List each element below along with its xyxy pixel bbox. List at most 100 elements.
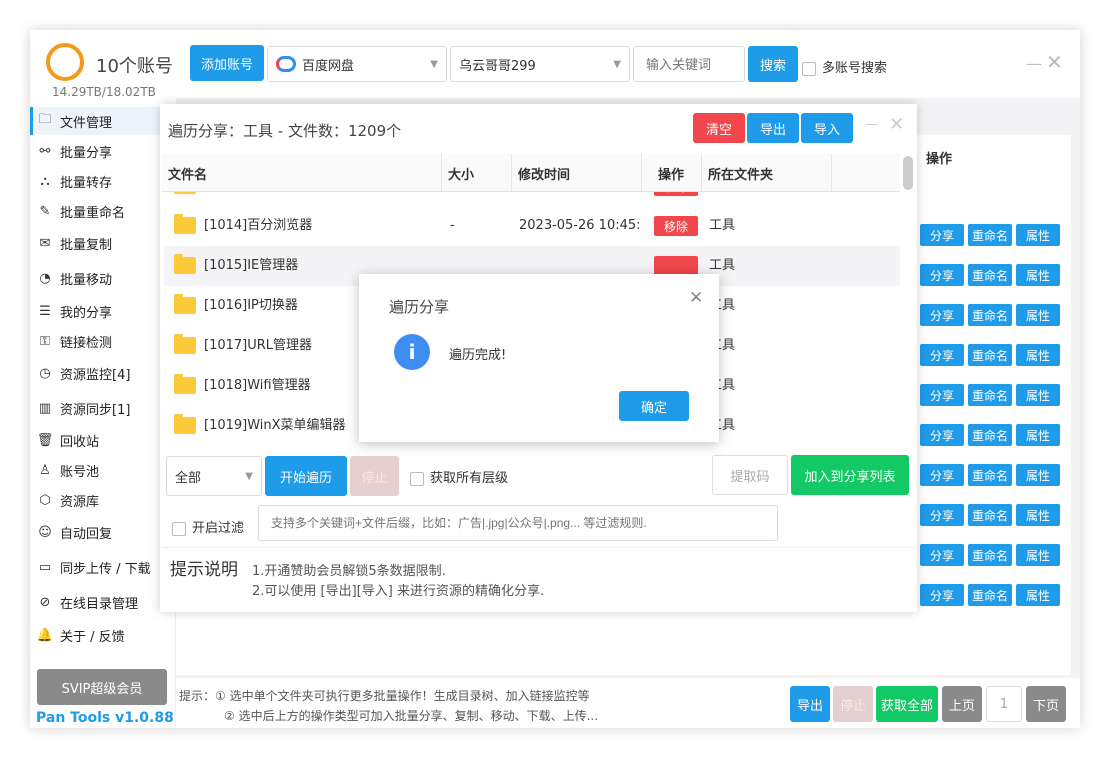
drive-select[interactable]: 百度网盘▼ [267,46,447,82]
enable-filter-checkbox[interactable]: 开启过滤 [172,517,244,536]
account-select[interactable]: 乌云哥哥299▼ [450,46,630,82]
rename-button[interactable]: 重命名 [968,584,1012,606]
stop-button[interactable]: 停止 [350,456,399,496]
monitor-icon: ◷ [36,366,54,381]
clear-button[interactable]: 清空 [693,113,745,143]
properties-button[interactable]: 属性 [1016,384,1060,406]
export-button[interactable]: 导出 [790,686,830,722]
share-button[interactable]: 分享 [920,344,964,366]
share-icon: ⚯ [36,144,54,159]
multi-account-search-checkbox[interactable]: 多账号搜索 [802,57,887,76]
rename-button[interactable]: 重命名 [968,464,1012,486]
stop-button[interactable]: 停止 [833,686,873,722]
properties-button[interactable]: 属性 [1016,224,1060,246]
minimize-icon[interactable]: — [1026,54,1042,73]
rename-button[interactable]: 重命名 [968,224,1012,246]
sidebar-item[interactable]: ◔批量移动 [30,264,175,292]
sidebar-item[interactable]: 🗑回收站 [30,426,175,454]
rename-button[interactable]: 重命名 [968,544,1012,566]
col-time: 修改时间 [512,154,642,192]
sidebar-item[interactable]: ✉批量复制 [30,229,175,257]
minimize-icon[interactable]: — [865,117,878,132]
rename-button[interactable]: 重命名 [968,304,1012,326]
share-button[interactable]: 分享 [920,304,964,326]
chevron-down-icon: ▼ [430,59,438,70]
table-row[interactable]: [1014]百分浏览器-2023-05-26 10:45:移除工具 [164,206,900,246]
add-to-share-list-button[interactable]: 加入到分享列表 [791,455,909,495]
remove-button[interactable]: 移除 [654,216,698,236]
table-row[interactable]: [1013]大若OCR文字识别-2023-06-01 09:30:移除工具 [164,192,900,206]
sidebar-item[interactable]: ♙账号池 [30,456,175,484]
extract-code-button[interactable]: 提取码 [712,455,788,495]
ok-button[interactable]: 确定 [619,391,689,421]
rename-button[interactable]: 重命名 [968,424,1012,446]
sidebar-item[interactable]: ⛬批量转存 [30,167,175,195]
prev-page-button[interactable]: 上页 [942,686,982,722]
sidebar-item[interactable]: ▥资源同步[1] [30,394,175,422]
properties-button[interactable]: 属性 [1016,344,1060,366]
scrollbar[interactable] [903,156,913,190]
properties-button[interactable]: 属性 [1016,424,1060,446]
share-button[interactable]: 分享 [920,384,964,406]
keyword-input[interactable] [633,46,745,82]
rename-button[interactable]: 重命名 [968,264,1012,286]
tips-title: 提示说明 [170,555,238,580]
remove-button[interactable]: 移除 [654,192,698,196]
sidebar-item[interactable]: ⚯批量分享 [30,137,175,165]
sidebar-item[interactable]: 🗀文件管理 [30,107,175,135]
share-button[interactable]: 分享 [920,544,964,566]
share-button[interactable]: 分享 [920,424,964,446]
sidebar-item[interactable]: ◷资源监控[4] [30,359,175,387]
col-size: 大小 [442,154,512,192]
next-page-button[interactable]: 下页 [1026,686,1066,722]
sidebar-item[interactable]: ☺自动回复 [30,518,175,546]
search-button[interactable]: 搜索 [748,46,798,82]
properties-button[interactable]: 属性 [1016,464,1060,486]
share-button[interactable]: 分享 [920,224,964,246]
svip-button[interactable]: SVIP超级会员 [37,669,167,705]
sidebar-item[interactable]: ⊘在线目录管理 [30,588,175,616]
tip-2: 2.可以使用 [导出][导入] 来进行资源的精确化分享. [252,580,544,599]
share-button[interactable]: 分享 [920,504,964,526]
remove-button[interactable] [654,256,698,276]
all-levels-checkbox[interactable]: 获取所有层级 [410,467,508,486]
properties-button[interactable]: 属性 [1016,264,1060,286]
sidebar-item[interactable]: ☰我的分享 [30,297,175,325]
sidebar-item[interactable]: ⚿链接检测 [30,327,175,355]
rename-button[interactable]: 重命名 [968,344,1012,366]
rename-button[interactable]: 重命名 [968,384,1012,406]
properties-button[interactable]: 属性 [1016,504,1060,526]
close-icon[interactable]: ✕ [689,288,703,308]
row-actions: 分享重命名属性 [920,464,1060,486]
rename-button[interactable]: 重命名 [968,504,1012,526]
sidebar-item[interactable]: ✎批量重命名 [30,197,175,225]
share-button[interactable]: 分享 [920,464,964,486]
copy-icon: ✉ [36,236,54,251]
col-op: 操作 [642,154,702,192]
folder-icon [174,192,196,194]
page-input[interactable]: 1 [986,686,1022,722]
hint-line-1: 提示：① 选中单个文件夹可执行更多批量操作！生成目录树、加入链接监控等 [179,687,590,704]
share-button[interactable]: 分享 [920,264,964,286]
folder-icon [174,217,196,234]
start-traverse-button[interactable]: 开始遍历 [265,456,347,496]
properties-button[interactable]: 属性 [1016,304,1060,326]
get-all-button[interactable]: 获取全部 [876,686,938,722]
add-account-button[interactable]: 添加账号 [190,45,264,81]
filter-input[interactable] [258,505,778,541]
export-button[interactable]: 导出 [747,113,799,143]
share-button[interactable]: 分享 [920,584,964,606]
close-icon[interactable]: ✕ [889,114,904,135]
sidebar-item[interactable]: ▭同步上传 / 下载 [30,553,175,581]
row-actions: 分享重命名属性 [920,224,1060,246]
scope-select[interactable]: 全部▼ [166,456,262,496]
sidebar-item[interactable]: ⬡资源库 [30,486,175,514]
properties-button[interactable]: 属性 [1016,544,1060,566]
import-button[interactable]: 导入 [801,113,853,143]
properties-button[interactable]: 属性 [1016,584,1060,606]
completion-dialog: 遍历分享 ✕ i 遍历完成! 确定 [359,274,719,442]
sidebar-item[interactable]: 🔔关于 / 反馈 [30,621,175,649]
avatar[interactable] [46,43,84,81]
close-icon[interactable]: ✕ [1046,50,1063,74]
row-actions: 分享重命名属性 [920,584,1060,606]
